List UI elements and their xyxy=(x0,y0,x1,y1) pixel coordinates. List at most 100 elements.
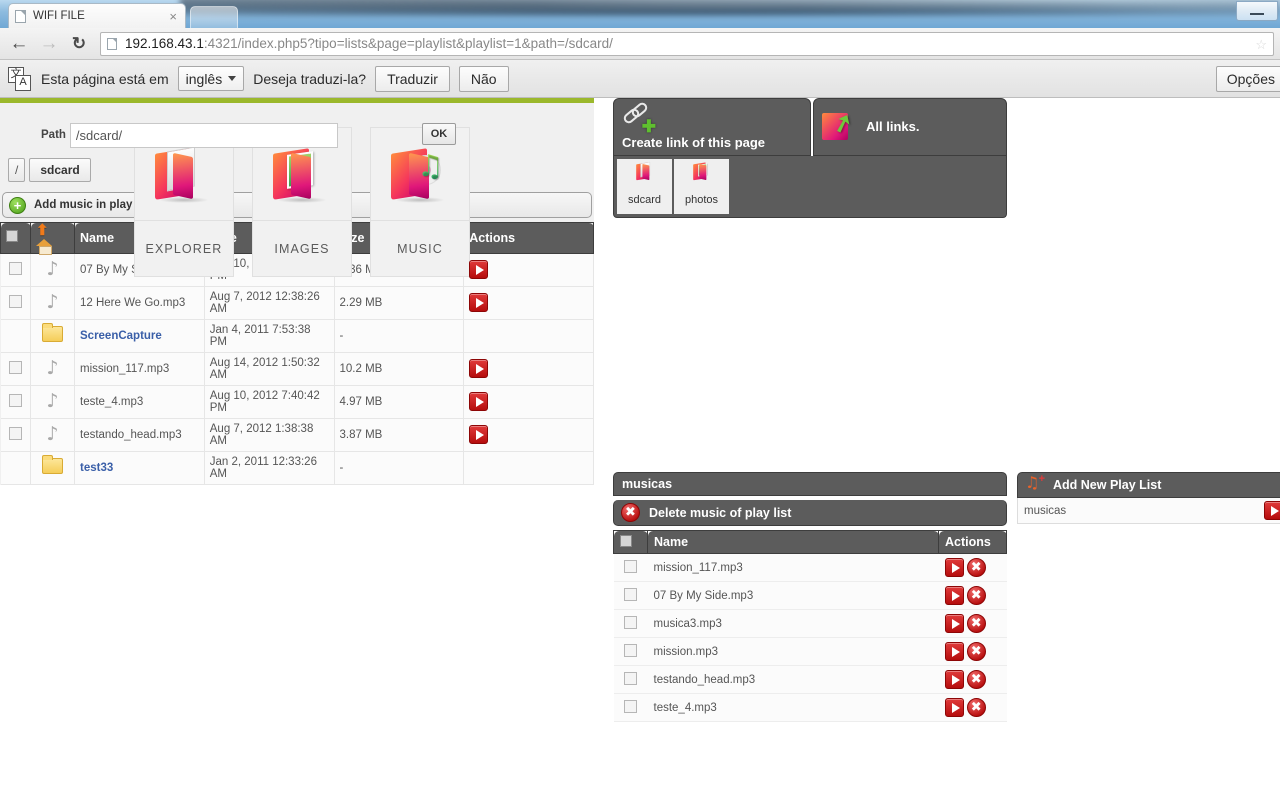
delete-playlist-music-button[interactable]: ✖ Delete music of play list xyxy=(613,500,1007,526)
playlist-column-name: Name xyxy=(647,530,939,554)
row-checkbox-cell[interactable] xyxy=(0,352,31,386)
remove-track-button[interactable]: ✖ xyxy=(966,670,986,689)
playlist-row-checkbox-cell[interactable] xyxy=(613,637,648,666)
row-icon-cell: ♪ xyxy=(30,286,75,320)
table-row[interactable]: ♪ mission_117.mp3 Aug 14, 2012 1:50:32 A… xyxy=(0,352,594,386)
playlist-select-all-header[interactable] xyxy=(613,530,648,554)
row-checkbox[interactable] xyxy=(8,294,22,308)
folder-icon xyxy=(635,161,654,181)
play-button[interactable] xyxy=(469,359,489,379)
remove-track-button[interactable]: ✖ xyxy=(966,558,986,577)
remove-track-button[interactable]: ✖ xyxy=(966,614,986,633)
row-checkbox-cell[interactable] xyxy=(0,286,31,320)
list-item[interactable]: testando_head.mp3 ✖ xyxy=(613,665,1007,694)
decline-translate-button[interactable]: Não xyxy=(458,65,509,92)
bookmark-star-icon[interactable]: ☆ xyxy=(1255,37,1267,53)
play-button[interactable] xyxy=(469,392,489,412)
playlist-row-checkbox-cell[interactable] xyxy=(613,609,648,638)
play-button[interactable] xyxy=(469,293,489,313)
link-shortcut-sdcard[interactable]: sdcard xyxy=(617,159,672,214)
breadcrumb-item-root[interactable]: / xyxy=(8,158,26,182)
row-checkbox[interactable] xyxy=(624,699,637,713)
playlist-panel: musicas ✖ Delete music of play list Name… xyxy=(613,472,1007,722)
links-shortcut-list: sdcard photos xyxy=(613,156,1007,218)
table-row[interactable]: ♪ 12 Here We Go.mp3 Aug 7, 2012 12:38:26… xyxy=(0,286,594,320)
row-actions xyxy=(463,451,594,485)
translate-button[interactable]: Traduzir xyxy=(375,65,450,92)
play-button[interactable] xyxy=(944,670,964,689)
row-checkbox[interactable] xyxy=(8,360,22,374)
list-item[interactable]: musica3.mp3 ✖ xyxy=(613,609,1007,638)
select-all-checkbox[interactable] xyxy=(6,230,18,243)
directory-link[interactable]: ScreenCapture xyxy=(80,330,162,342)
directory-link[interactable]: test33 xyxy=(80,462,113,474)
home-icon[interactable] xyxy=(36,238,53,255)
row-size: 3.87 MB xyxy=(334,418,465,452)
row-icon-cell: ♪ xyxy=(30,385,75,419)
browser-tab[interactable]: WIFI FILE × xyxy=(8,3,186,28)
playlist-row-checkbox-cell[interactable] xyxy=(613,693,648,722)
add-playlist-panel: ♫ + Add New Play List xyxy=(1017,472,1280,524)
all-links-button[interactable]: ➚ All links. xyxy=(813,98,1007,156)
new-playlist-input[interactable] xyxy=(1024,504,1257,517)
remove-track-button[interactable]: ✖ xyxy=(966,698,986,717)
row-checkbox-cell[interactable] xyxy=(0,418,31,452)
path-input[interactable] xyxy=(69,122,338,148)
row-actions xyxy=(463,352,594,386)
play-button[interactable] xyxy=(944,698,964,717)
row-checkbox[interactable] xyxy=(624,587,637,601)
row-name[interactable]: ScreenCapture xyxy=(74,319,205,353)
close-tab-icon[interactable]: × xyxy=(167,10,179,23)
playlist-row-actions: ✖ xyxy=(938,553,1007,582)
table-row[interactable]: test33 Jan 2, 2011 12:33:26 AM - xyxy=(0,451,594,485)
back-button[interactable]: ← xyxy=(6,31,32,57)
row-checkbox[interactable] xyxy=(624,643,637,657)
row-checkbox[interactable] xyxy=(624,559,637,573)
row-checkbox[interactable] xyxy=(8,261,22,275)
list-item[interactable]: teste_4.mp3 ✖ xyxy=(613,693,1007,722)
play-button[interactable] xyxy=(469,425,489,445)
link-shortcut-photos[interactable]: photos xyxy=(674,159,729,214)
row-checkbox-cell[interactable] xyxy=(0,253,31,287)
play-button[interactable] xyxy=(469,260,489,280)
create-link-button[interactable]: ✚ Create link of this page xyxy=(613,98,811,156)
breadcrumb-item-sdcard[interactable]: sdcard xyxy=(29,158,91,182)
row-checkbox-cell xyxy=(0,451,31,485)
table-row[interactable]: ScreenCapture Jan 4, 2011 7:53:38 PM - xyxy=(0,319,594,353)
play-button[interactable] xyxy=(1264,501,1280,520)
row-checkbox[interactable] xyxy=(624,615,637,629)
list-item[interactable]: mission.mp3 ✖ xyxy=(613,637,1007,666)
row-name[interactable]: test33 xyxy=(74,451,205,485)
site-favicon-icon xyxy=(107,37,117,50)
row-icon-cell: ♪ xyxy=(30,418,75,452)
table-row[interactable]: ♪ testando_head.mp3 Aug 7, 2012 1:38:38 … xyxy=(0,418,594,452)
remove-track-button[interactable]: ✖ xyxy=(966,642,986,661)
play-button[interactable] xyxy=(944,586,964,605)
reload-button[interactable]: ↻ xyxy=(66,31,92,57)
path-ok-button[interactable]: OK xyxy=(422,123,456,145)
row-checkbox-cell[interactable] xyxy=(0,385,31,419)
new-tab-button[interactable] xyxy=(190,6,238,28)
forward-button[interactable]: → xyxy=(36,31,62,57)
row-checkbox[interactable] xyxy=(8,393,22,407)
select-all-checkbox[interactable] xyxy=(620,534,632,547)
remove-track-button[interactable]: ✖ xyxy=(966,586,986,605)
row-checkbox[interactable] xyxy=(624,671,637,685)
play-button[interactable] xyxy=(944,558,964,577)
row-checkbox[interactable] xyxy=(8,426,22,440)
list-item[interactable]: mission_117.mp3 ✖ xyxy=(613,553,1007,582)
play-button[interactable] xyxy=(944,642,964,661)
list-item[interactable]: 07 By My Side.mp3 ✖ xyxy=(613,581,1007,610)
playlist-row-checkbox-cell[interactable] xyxy=(613,581,648,610)
translate-options-button[interactable]: Opções xyxy=(1215,65,1280,92)
select-all-files-header[interactable] xyxy=(0,222,31,254)
playlist-row-checkbox-cell[interactable] xyxy=(613,553,648,582)
language-select[interactable]: inglês xyxy=(177,66,245,91)
play-button[interactable] xyxy=(944,614,964,633)
minimize-button[interactable] xyxy=(1236,1,1278,21)
playlist-row-checkbox-cell[interactable] xyxy=(613,665,648,694)
parent-directory-icon[interactable]: ⬆ xyxy=(36,222,49,239)
playlist-header-row: Name Actions xyxy=(613,530,1007,554)
table-row[interactable]: ♪ teste_4.mp3 Aug 10, 2012 7:40:42 PM 4.… xyxy=(0,385,594,419)
address-bar[interactable]: 192.168.43.1:4321/index.php5?tipo=lists&… xyxy=(100,31,1274,56)
